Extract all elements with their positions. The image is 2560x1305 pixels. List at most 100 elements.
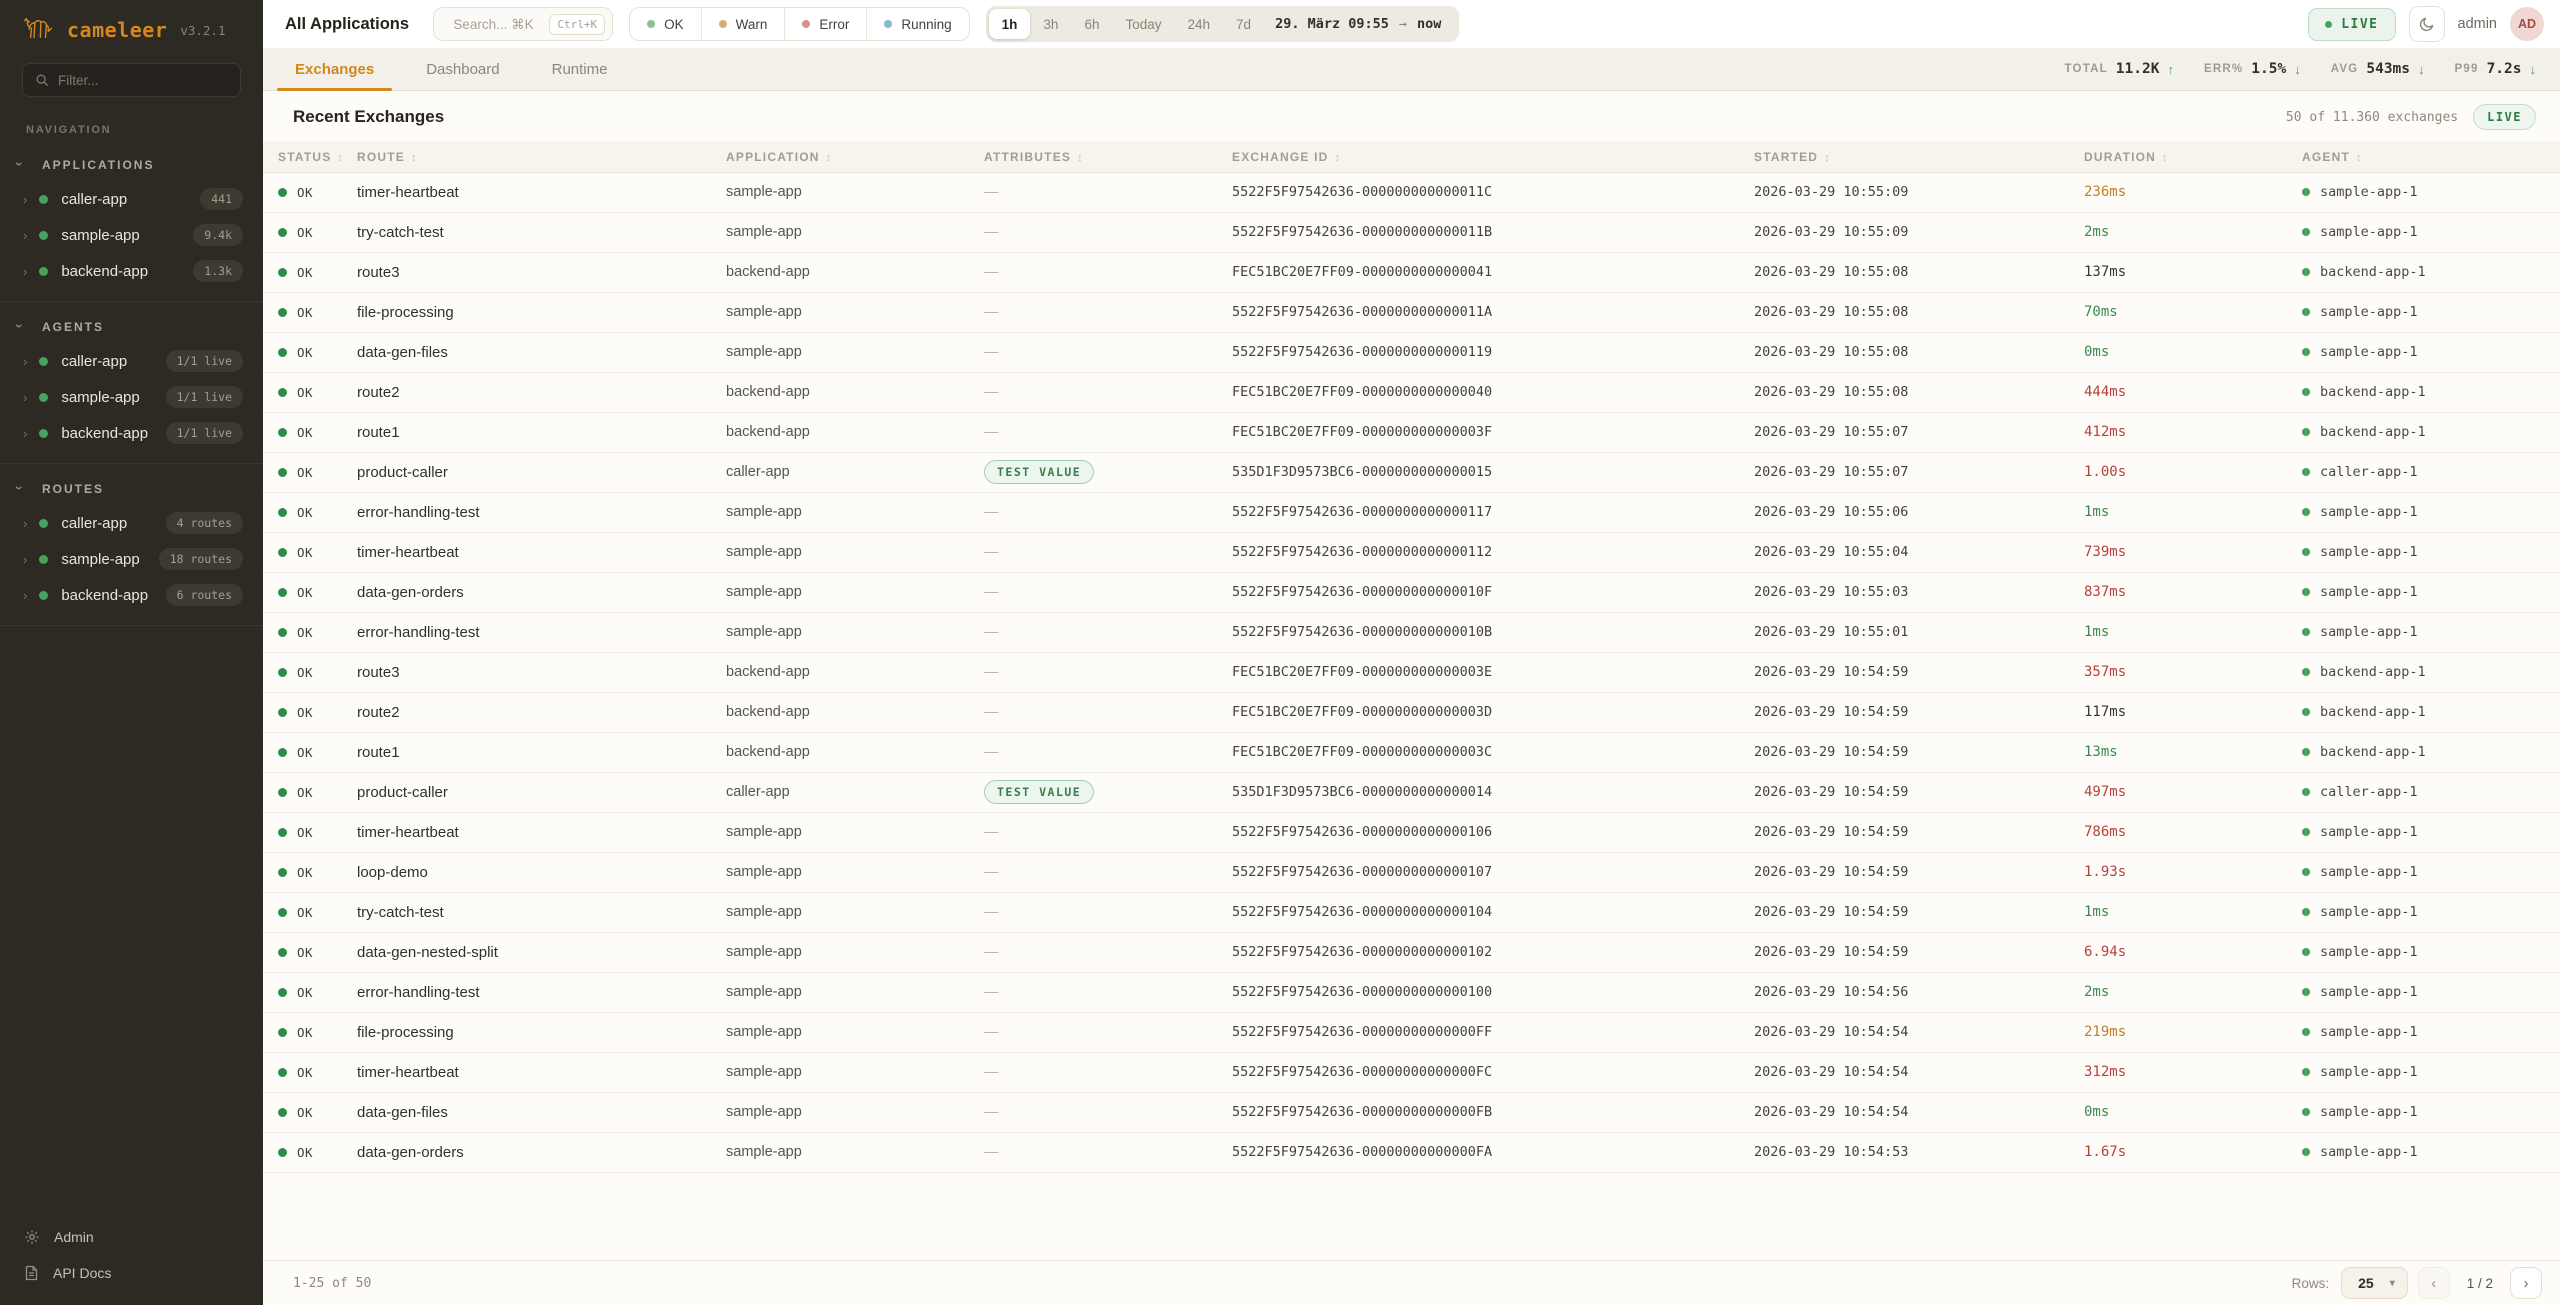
filter-chip-running[interactable]: Running bbox=[866, 8, 968, 40]
table-row[interactable]: OKtimer-heartbeatsample-app—5522F5F97542… bbox=[263, 812, 2560, 852]
column-header-agent[interactable]: AGENT↕ bbox=[2302, 142, 2560, 172]
table-row[interactable]: OKtimer-heartbeatsample-app—5522F5F97542… bbox=[263, 172, 2560, 212]
sidebar-filter-input[interactable] bbox=[58, 73, 228, 88]
column-header-exchange-id[interactable]: EXCHANGE ID↕ bbox=[1232, 142, 1754, 172]
live-toggle-button[interactable]: LIVE bbox=[2308, 8, 2395, 41]
agent-status-dot-icon bbox=[2302, 1108, 2310, 1116]
table-row[interactable]: OKroute1backend-app—FEC51BC20E7FF09-0000… bbox=[263, 412, 2560, 452]
filter-chip-ok[interactable]: OK bbox=[630, 8, 701, 40]
filter-chip-warn[interactable]: Warn bbox=[701, 8, 785, 40]
table-row[interactable]: OKproduct-callercaller-appTEST VALUE535D… bbox=[263, 772, 2560, 812]
table-row[interactable]: OKdata-gen-filessample-app—5522F5F975426… bbox=[263, 1092, 2560, 1132]
exchange-id-cell: 535D1F3D9573BC6-0000000000000015 bbox=[1232, 452, 1754, 492]
range-button-3h[interactable]: 3h bbox=[1030, 6, 1071, 42]
search-box[interactable]: Ctrl+K bbox=[433, 7, 613, 41]
table-row[interactable]: OKerror-handling-testsample-app—5522F5F9… bbox=[263, 612, 2560, 652]
duration-cell: 786ms bbox=[2084, 812, 2302, 852]
table-row[interactable]: OKtimer-heartbeatsample-app—5522F5F97542… bbox=[263, 532, 2560, 572]
status-label: OK bbox=[297, 265, 313, 280]
range-button-7d[interactable]: 7d bbox=[1223, 6, 1264, 42]
sidebar-item-api-docs[interactable]: API Docs bbox=[0, 1255, 263, 1291]
tab-runtime[interactable]: Runtime bbox=[526, 48, 634, 90]
started-cell: 2026-03-29 10:54:54 bbox=[1754, 1012, 2084, 1052]
table-row[interactable]: OKerror-handling-testsample-app—5522F5F9… bbox=[263, 492, 2560, 532]
tab-dashboard[interactable]: Dashboard bbox=[400, 48, 525, 90]
sidebar-filter-box[interactable] bbox=[22, 63, 241, 97]
sidebar-item-sample-app[interactable]: ›sample-app1/1 live bbox=[0, 379, 263, 415]
topbar-right: LIVE admin AD bbox=[2308, 6, 2544, 42]
column-header-duration[interactable]: DURATION↕ bbox=[2084, 142, 2302, 172]
sidebar-item-caller-app[interactable]: ›caller-app1/1 live bbox=[0, 343, 263, 379]
date-range[interactable]: 29. März 09:55 → now bbox=[1264, 16, 1456, 32]
table-row[interactable]: OKdata-gen-filessample-app—5522F5F975426… bbox=[263, 332, 2560, 372]
column-header-started[interactable]: STARTED↕ bbox=[1754, 142, 2084, 172]
route-cell: route3 bbox=[357, 252, 726, 292]
attributes-cell: — bbox=[984, 1012, 1232, 1052]
table-row[interactable]: OKroute2backend-app—FEC51BC20E7FF09-0000… bbox=[263, 692, 2560, 732]
table-row[interactable]: OKroute1backend-app—FEC51BC20E7FF09-0000… bbox=[263, 732, 2560, 772]
nav-item-badge: 1.3k bbox=[193, 260, 243, 282]
no-attributes-dash: — bbox=[984, 703, 998, 719]
started-cell: 2026-03-29 10:55:03 bbox=[1754, 572, 2084, 612]
range-button-today[interactable]: Today bbox=[1112, 6, 1174, 42]
table-row[interactable]: OKdata-gen-nested-splitsample-app—5522F5… bbox=[263, 932, 2560, 972]
table-row[interactable]: OKroute2backend-app—FEC51BC20E7FF09-0000… bbox=[263, 372, 2560, 412]
sidebar-item-caller-app[interactable]: ›caller-app441 bbox=[0, 181, 263, 217]
attributes-cell: — bbox=[984, 372, 1232, 412]
table-row[interactable]: OKdata-gen-orderssample-app—5522F5F97542… bbox=[263, 1132, 2560, 1172]
sidebar-item-sample-app[interactable]: ›sample-app18 routes bbox=[0, 541, 263, 577]
table-row[interactable]: OKloop-demosample-app—5522F5F97542636-00… bbox=[263, 852, 2560, 892]
column-header-route[interactable]: ROUTE↕ bbox=[357, 142, 726, 172]
previous-page-button[interactable]: ‹ bbox=[2418, 1267, 2450, 1299]
ok-status-dot-icon bbox=[278, 468, 287, 477]
nav-section-header[interactable]: ›APPLICATIONS bbox=[0, 148, 263, 181]
table-row[interactable]: OKerror-handling-testsample-app—5522F5F9… bbox=[263, 972, 2560, 1012]
chevron-right-icon: › bbox=[23, 229, 27, 242]
started-cell: 2026-03-29 10:54:59 bbox=[1754, 732, 2084, 772]
sidebar-item-admin[interactable]: Admin bbox=[0, 1219, 263, 1255]
table-row[interactable]: OKdata-gen-orderssample-app—5522F5F97542… bbox=[263, 572, 2560, 612]
table-row[interactable]: OKtry-catch-testsample-app—5522F5F975426… bbox=[263, 892, 2560, 932]
sidebar-item-backend-app[interactable]: ›backend-app1.3k bbox=[0, 253, 263, 289]
range-button-24h[interactable]: 24h bbox=[1175, 6, 1224, 42]
started-cell: 2026-03-29 10:54:59 bbox=[1754, 812, 2084, 852]
agent-status-dot-icon bbox=[2302, 788, 2310, 796]
sidebar-item-backend-app[interactable]: ›backend-app1/1 live bbox=[0, 415, 263, 451]
nav-section-header[interactable]: ›ROUTES bbox=[0, 472, 263, 505]
sidebar-item-caller-app[interactable]: ›caller-app4 routes bbox=[0, 505, 263, 541]
column-header-application[interactable]: APPLICATION↕ bbox=[726, 142, 984, 172]
table-row[interactable]: OKtimer-heartbeatsample-app—5522F5F97542… bbox=[263, 1052, 2560, 1092]
chevron-down-icon: ▾ bbox=[2390, 1278, 2395, 1289]
column-header-attributes[interactable]: ATTRIBUTES↕ bbox=[984, 142, 1232, 172]
duration-cell: 219ms bbox=[2084, 1012, 2302, 1052]
column-header-status[interactable]: STATUS↕ bbox=[263, 142, 357, 172]
range-button-6h[interactable]: 6h bbox=[1071, 6, 1112, 42]
table-row[interactable]: OKtry-catch-testsample-app—5522F5F975426… bbox=[263, 212, 2560, 252]
started-cell: 2026-03-29 10:54:59 bbox=[1754, 652, 2084, 692]
search-input[interactable] bbox=[453, 17, 541, 32]
rows-per-page-select[interactable]: 25 ▾ bbox=[2341, 1267, 2408, 1299]
table-row[interactable]: OKroute3backend-app—FEC51BC20E7FF09-0000… bbox=[263, 252, 2560, 292]
exchanges-table: STATUS↕ROUTE↕APPLICATION↕ATTRIBUTES↕EXCH… bbox=[263, 142, 2560, 1173]
filter-chip-error[interactable]: Error bbox=[784, 8, 866, 40]
status-label: OK bbox=[297, 865, 313, 880]
avatar[interactable]: AD bbox=[2510, 7, 2544, 41]
theme-toggle-button[interactable] bbox=[2409, 6, 2445, 42]
ok-status-dot-icon bbox=[278, 868, 287, 877]
sidebar-item-sample-app[interactable]: ›sample-app9.4k bbox=[0, 217, 263, 253]
sidebar-item-backend-app[interactable]: ›backend-app6 routes bbox=[0, 577, 263, 613]
range-button-1h[interactable]: 1h bbox=[989, 9, 1031, 39]
application-cell: sample-app bbox=[726, 972, 984, 1012]
table-row[interactable]: OKfile-processingsample-app—5522F5F97542… bbox=[263, 292, 2560, 332]
main-area: All Applications Ctrl+K OKWarnErrorRunni… bbox=[263, 0, 2560, 1305]
search-icon bbox=[35, 73, 49, 87]
nav-section-header[interactable]: ›AGENTS bbox=[0, 310, 263, 343]
next-page-button[interactable]: › bbox=[2510, 1267, 2542, 1299]
table-row[interactable]: OKroute3backend-app—FEC51BC20E7FF09-0000… bbox=[263, 652, 2560, 692]
ok-status-dot-icon bbox=[278, 188, 287, 197]
tab-exchanges[interactable]: Exchanges bbox=[269, 48, 400, 90]
table-row[interactable]: OKproduct-callercaller-appTEST VALUE535D… bbox=[263, 452, 2560, 492]
live-dot-icon bbox=[2325, 21, 2332, 28]
sort-icon: ↕ bbox=[2162, 152, 2169, 164]
table-row[interactable]: OKfile-processingsample-app—5522F5F97542… bbox=[263, 1012, 2560, 1052]
